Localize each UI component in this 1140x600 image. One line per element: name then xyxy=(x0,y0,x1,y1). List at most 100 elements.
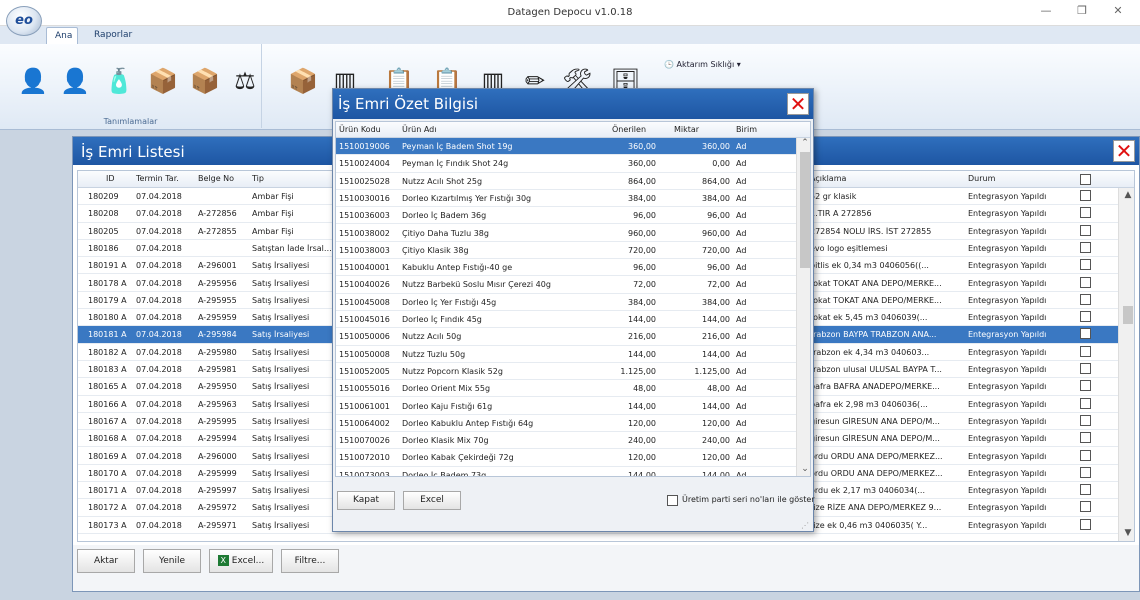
close-icon[interactable]: ✕ xyxy=(787,93,809,115)
table-row[interactable]: 1510061001 Dorleo Kaju Fıstığı 61g 144,00 1… xyxy=(336,398,796,415)
scroll-up-icon[interactable]: ⌃ xyxy=(797,138,810,148)
table-row[interactable]: 1510050008 Nutzz Tuzlu 50g 144,00 144,00 Ad xyxy=(336,346,796,363)
table-row[interactable]: 1510030016 Dorleo Kızartılmış Yer Fıstığı… xyxy=(336,190,796,208)
row-checkbox[interactable] xyxy=(1080,276,1091,288)
grid-scrollbar[interactable]: ▲ ▼ xyxy=(1118,188,1134,541)
cell-suggested: 144,00 xyxy=(628,349,656,359)
table-row[interactable]: 1510045008 Dorleo İç Yer Fıstığı 45g 384,0… xyxy=(336,294,796,311)
cell-suggested: 360,00 xyxy=(628,142,656,151)
app-logo[interactable]: eo xyxy=(6,6,42,36)
tab-raporlar[interactable]: Raporlar xyxy=(86,27,140,44)
column-header-belge[interactable]: Belge No xyxy=(198,174,234,183)
row-checkbox[interactable] xyxy=(1080,345,1091,357)
cell-code: 1510045008 xyxy=(339,297,390,307)
excel-button[interactable]: X Excel... xyxy=(209,549,273,573)
kapat-button[interactable]: Kapat xyxy=(337,491,395,510)
row-checkbox[interactable] xyxy=(1080,518,1091,530)
table-row[interactable]: 1510038002 Çitiyo Daha Tuzlu 38g 960,00 960… xyxy=(336,225,796,242)
minimize-button[interactable]: — xyxy=(1032,4,1060,22)
row-checkbox[interactable] xyxy=(1080,363,1091,374)
row-checkbox[interactable] xyxy=(1080,466,1091,478)
row-checkbox[interactable] xyxy=(1080,328,1091,340)
resize-grip-icon[interactable]: ⋰ xyxy=(801,521,809,530)
row-checkbox[interactable] xyxy=(1080,397,1091,409)
column-header-id[interactable]: ID xyxy=(106,174,115,183)
row-checkbox[interactable] xyxy=(1080,241,1091,253)
table-row[interactable]: 1510070026 Dorleo Klasik Mix 70g 240,00 240… xyxy=(336,432,796,450)
cell-code: 1510064002 xyxy=(339,418,390,428)
scroll-down-icon[interactable]: ▼ xyxy=(1119,528,1134,538)
popup-excel-button[interactable]: Excel xyxy=(403,491,461,510)
table-row[interactable]: 1510025028 Nutzz Acılı Shot 25g 864,00 864,… xyxy=(336,173,796,190)
table-row[interactable]: 1510040026 Nutzz Barbekü Soslu Mısır Çere… xyxy=(336,276,796,294)
row-checkbox[interactable] xyxy=(1080,380,1091,392)
user-icon[interactable]: 👤 xyxy=(18,66,48,96)
table-row[interactable]: 1510019006 Peyman İç Badem Shot 19g 360,00… xyxy=(336,138,796,156)
cell-unit: Ad xyxy=(736,228,747,238)
table-row[interactable]: 1510055016 Dorleo Orient Mix 55g 48,00 48,0… xyxy=(336,380,796,398)
table-row[interactable]: 1510040001 Kabuklu Antep Fıstığı-40 ge 96,… xyxy=(336,259,796,277)
aktarim-sikligi-dropdown[interactable]: 🕒 Aktarım Sıklığı ▾ xyxy=(664,60,741,69)
cell-suggested: 96,00 xyxy=(633,211,656,221)
table-row[interactable]: 1510036003 Dorleo İç Badem 36g 96,00 96,00 A… xyxy=(336,207,796,225)
row-checkbox[interactable] xyxy=(1080,311,1091,323)
popup-grid-header: Ürün Kodu Ürün Adı Önerilen Miktar Birim xyxy=(336,122,810,138)
table-row[interactable]: 1510045016 Dorleo İç Fındık 45g 144,00 144,… xyxy=(336,311,796,329)
cell-id: 180171 A xyxy=(88,486,127,496)
row-checkbox[interactable] xyxy=(1080,501,1091,513)
table-row[interactable]: 1510024004 Peyman İç Fındık Shot 24g 360,0… xyxy=(336,155,796,173)
uretim-parti-checkbox[interactable] xyxy=(667,495,678,506)
cell-doc: A-295972 xyxy=(198,503,237,513)
column-header-urun-adi[interactable]: Ürün Adı xyxy=(402,125,436,134)
row-checkbox[interactable] xyxy=(1080,432,1091,444)
row-checkbox[interactable] xyxy=(1080,414,1091,426)
cell-unit: Ad xyxy=(736,245,747,255)
box-refresh-icon[interactable]: 📦 xyxy=(190,66,220,96)
cell-type: Satış İrsaliyesi xyxy=(252,486,310,496)
scale-icon[interactable]: ⚖ xyxy=(230,66,260,96)
row-checkbox[interactable] xyxy=(1080,293,1091,305)
table-row[interactable]: 1510038003 Çitiyo Klasik 38g 720,00 720,00 A… xyxy=(336,242,796,260)
product-icon[interactable]: 🧴 xyxy=(104,66,134,96)
cell-name: Dorleo Kabak Çekirdeği 72g xyxy=(402,453,514,463)
close-icon[interactable]: ✕ xyxy=(1113,140,1135,162)
row-checkbox[interactable] xyxy=(1080,207,1091,219)
table-row[interactable]: 1510052005 Nutzz Popcorn Klasik 52g 1.125,… xyxy=(336,363,796,381)
yenile-button[interactable]: Yenile xyxy=(143,549,201,573)
column-header-miktar[interactable]: Miktar xyxy=(674,125,699,134)
cell-id: 180170 A xyxy=(88,468,127,478)
table-row[interactable]: 1510050006 Nutzz Acılı 50g 216,00 216,00 Ad xyxy=(336,328,796,346)
column-header-urun-kodu[interactable]: Ürün Kodu xyxy=(339,125,381,134)
row-checkbox[interactable] xyxy=(1080,484,1091,496)
scroll-down-icon[interactable]: ⌄ xyxy=(797,464,810,474)
column-header-aciklama[interactable]: Açıklama xyxy=(810,174,846,183)
scroll-thumb[interactable] xyxy=(1123,306,1133,324)
cell-suggested: 384,00 xyxy=(628,193,656,203)
cell-code: 1510050006 xyxy=(339,332,390,342)
column-header-birim[interactable]: Birim xyxy=(736,125,757,134)
filtre-button[interactable]: Filtre... xyxy=(281,549,339,573)
package-icon[interactable]: 📦 xyxy=(288,66,318,96)
row-checkbox[interactable] xyxy=(1080,449,1091,461)
popup-scroll-thumb[interactable] xyxy=(800,152,810,268)
table-row[interactable]: 1510072010 Dorleo Kabak Çekirdeği 72g 120,… xyxy=(336,449,796,467)
tab-ana[interactable]: Ana xyxy=(46,27,78,44)
row-checkbox[interactable] xyxy=(1080,224,1091,236)
scroll-up-icon[interactable]: ▲ xyxy=(1119,190,1134,200)
column-header-tip[interactable]: Tip xyxy=(252,174,264,183)
maximize-button[interactable]: ❐ xyxy=(1068,4,1096,22)
box-icon[interactable]: 📦 xyxy=(148,66,178,96)
popup-scrollbar[interactable]: ⌃ ⌄ xyxy=(796,138,810,476)
close-window-button[interactable]: ✕ xyxy=(1104,4,1132,22)
table-row[interactable]: 1510064002 Dorleo Kabuklu Antep Fıstığı 6… xyxy=(336,415,796,433)
column-header-durum[interactable]: Durum xyxy=(968,174,995,183)
row-checkbox[interactable] xyxy=(1080,190,1091,201)
column-header-termin[interactable]: Termin Tar. xyxy=(136,174,179,183)
aktar-button[interactable]: Aktar xyxy=(77,549,135,573)
column-header-onerilen[interactable]: Önerilen xyxy=(612,125,646,134)
select-all-checkbox[interactable] xyxy=(1080,174,1091,185)
row-checkbox[interactable] xyxy=(1080,259,1091,271)
user-dark-icon[interactable]: 👤 xyxy=(60,66,90,96)
table-row[interactable]: 1510073003 Dorleo İç Badem 73g 144,00 144,0… xyxy=(336,467,796,476)
button-bar: Aktar Yenile X Excel... Filtre... xyxy=(73,545,1139,591)
